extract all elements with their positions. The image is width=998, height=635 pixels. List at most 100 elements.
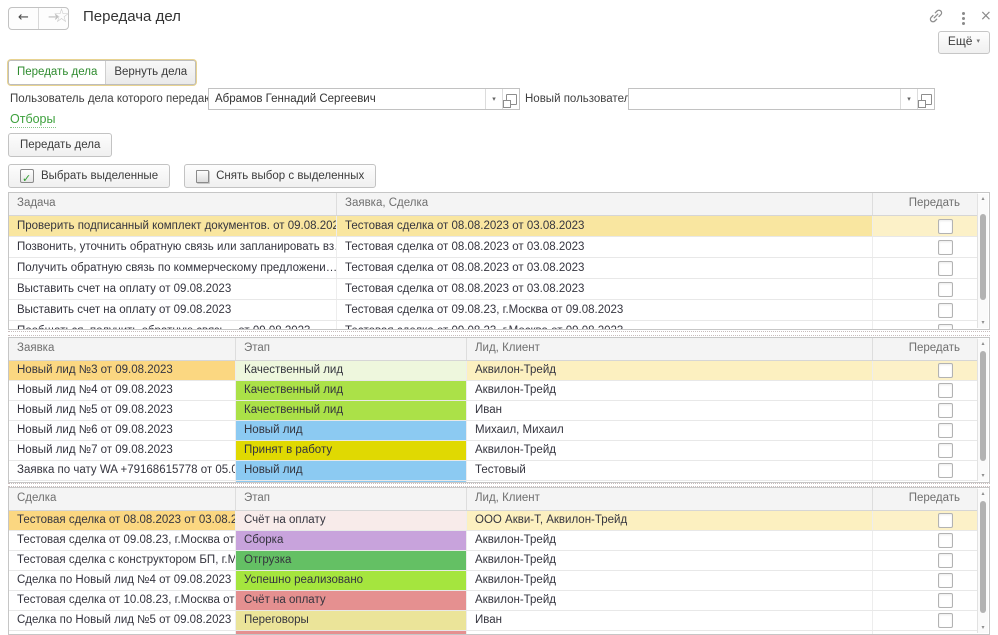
deals-row-5[interactable]: Тестовая сделка от 10.08.23, г.Москва от… [9, 591, 978, 611]
leads-row-4[interactable]: Новый лид №6 от 09.08.2023 Новый лид Михаи… [9, 421, 978, 441]
from-user-value[interactable]: Абрамов Геннадий Сергеевич [209, 89, 485, 109]
leads-column-header-transfer[interactable]: Передать [873, 338, 978, 360]
deselect-highlighted-button[interactable]: Снять выбор с выделенных [184, 164, 377, 188]
deals-row-2[interactable]: Тестовая сделка от 09.08.23, г.Москва от… [9, 531, 978, 551]
more-button[interactable]: Ещё ▾ [937, 31, 990, 54]
cell: Тестовая сделка от 08.08.2023 от 03.08.2… [337, 279, 873, 299]
deals-column-header-3[interactable]: Лид, Клиент [467, 488, 873, 510]
select-highlighted-button[interactable]: Выбрать выделенные [8, 164, 171, 190]
transfer-checkbox[interactable] [938, 443, 953, 458]
cell: Тестовая сделка от 08.08.2023 от 03.08.2… [9, 511, 236, 530]
leads-column-header-1[interactable]: Заявка [9, 338, 236, 360]
cell: Аквилон-Трейд [467, 531, 873, 550]
from-user-label: Пользователь дела которого передаются: [10, 93, 233, 105]
cell: Качественный лид [236, 401, 467, 420]
transfer-checkbox[interactable] [938, 323, 953, 329]
transfer-checkbox[interactable] [938, 423, 953, 438]
transfer-checkbox[interactable] [938, 403, 953, 418]
cell: Аквилон-Трейд [467, 381, 873, 400]
menu-dots-icon[interactable] [962, 12, 965, 15]
transfer-checkbox[interactable] [938, 260, 953, 276]
leads-row-6[interactable]: Заявка по чату WA +79168615778 от 05.09.… [9, 461, 978, 481]
deals-row-4[interactable]: Сделка по Новый лид №4 от 09.08.2023 от … [9, 571, 978, 591]
deals-column-header-2[interactable]: Этап [236, 488, 467, 510]
cell: Переговоры [236, 611, 467, 630]
vertical-scrollbar[interactable]: ▴ ▾ [977, 339, 988, 481]
to-user-field[interactable]: ▾ [628, 88, 935, 110]
tab-transfer-cases[interactable]: Передать дела [9, 61, 106, 84]
tab-return-cases[interactable]: Вернуть дела [105, 61, 196, 84]
cell: Тестовая сделка от 08.08.2023 от 03.08.2… [337, 258, 873, 278]
to-user-value[interactable] [629, 89, 900, 109]
cell: Новый лид [236, 421, 467, 440]
tasks-row-4[interactable]: Выставить счет на оплату от 09.08.2023 Те… [9, 279, 978, 300]
scrollbar-thumb[interactable] [980, 501, 986, 613]
cell: Иван [467, 401, 873, 420]
to-user-dropdown-icon[interactable]: ▾ [900, 89, 917, 109]
scrollbar-thumb[interactable] [980, 351, 986, 461]
leads-column-header-3[interactable]: Лид, Клиент [467, 338, 873, 360]
transfer-checkbox[interactable] [938, 593, 953, 608]
tasks-row-2[interactable]: Позвонить, уточнить обратную связь или з… [9, 237, 978, 258]
tasks-row-5[interactable]: Выставить счет на оплату от 09.08.2023 Те… [9, 300, 978, 321]
transfer-cases-button[interactable]: Передать дела [8, 133, 113, 157]
table-splitter[interactable] [8, 331, 990, 336]
cell: Счёт на оплату [236, 511, 467, 530]
tasks-row-1[interactable]: Проверить подписанный комплект документо… [9, 216, 978, 237]
cell: Михаил, Михаил [467, 421, 873, 440]
transfer-checkbox[interactable] [938, 553, 953, 568]
transfer-checkbox[interactable] [938, 573, 953, 588]
transfer-cell [873, 361, 978, 380]
deals-row-partial[interactable] [9, 631, 978, 634]
transfer-checkbox[interactable] [938, 463, 953, 478]
tasks-row-3[interactable]: Получить обратную связь по коммерческому… [9, 258, 978, 279]
transfer-cell [873, 511, 978, 530]
transfer-checkbox[interactable] [938, 239, 953, 255]
tasks-column-header-transfer[interactable]: Передать [873, 193, 978, 215]
back-button[interactable]: ← [9, 8, 38, 29]
favorite-star-icon[interactable]: ☆ [53, 5, 70, 27]
from-user-choose-icon[interactable] [502, 89, 519, 109]
transfer-checkbox[interactable] [938, 513, 953, 528]
tasks-column-header-2[interactable]: Заявка, Сделка [337, 193, 873, 215]
scroll-down-icon[interactable]: ▾ [978, 472, 988, 480]
leads-row-2[interactable]: Новый лид №4 от 09.08.2023 Качественный л… [9, 381, 978, 401]
transfer-checkbox[interactable] [938, 533, 953, 548]
deals-column-header-1[interactable]: Сделка [9, 488, 236, 510]
cell: Тестовый [467, 461, 873, 480]
leads-row-1[interactable]: Новый лид №3 от 09.08.2023 Качественный л… [9, 361, 978, 381]
to-user-choose-icon[interactable] [917, 89, 934, 109]
transfer-checkbox[interactable] [938, 281, 953, 297]
deals-row-3[interactable]: Тестовая сделка с конструктором БП, г.М о… [9, 551, 978, 571]
cell: Аквилон-Трейд [467, 551, 873, 570]
from-user-field[interactable]: Абрамов Геннадий Сергеевич ▾ [208, 88, 520, 110]
scroll-up-icon[interactable]: ▴ [978, 340, 988, 348]
filters-link[interactable]: Отборы [10, 112, 56, 128]
cell: Тестовая сделка от 09.08.23, г.Москва от… [337, 321, 873, 329]
transfer-checkbox[interactable] [938, 613, 953, 628]
transfer-checkbox[interactable] [938, 218, 953, 234]
tasks-column-header-1[interactable]: Задача [9, 193, 337, 215]
chevron-down-icon: ▾ [976, 37, 980, 45]
deals-row-6[interactable]: Сделка по Новый лид №5 от 09.08.2023 от … [9, 611, 978, 631]
leads-column-header-2[interactable]: Этап [236, 338, 467, 360]
deals-column-header-transfer[interactable]: Передать [873, 488, 978, 510]
deals-row-1[interactable]: Тестовая сделка от 08.08.2023 от 03.08.2… [9, 511, 978, 531]
scroll-down-icon[interactable]: ▾ [978, 319, 988, 327]
scroll-up-icon[interactable]: ▴ [978, 490, 988, 498]
deals-header-row: Сделка Этап Лид, Клиент Передать [9, 488, 978, 511]
transfer-checkbox[interactable] [938, 302, 953, 318]
scroll-up-icon[interactable]: ▴ [978, 195, 988, 203]
tasks-row-6[interactable]: Пообщаться, получить обратную связь... о… [9, 321, 978, 329]
leads-row-3[interactable]: Новый лид №5 от 09.08.2023 Качественный л… [9, 401, 978, 421]
vertical-scrollbar[interactable]: ▴ ▾ [977, 489, 988, 633]
link-icon[interactable] [928, 8, 944, 24]
vertical-scrollbar[interactable]: ▴ ▾ [977, 194, 988, 328]
from-user-dropdown-icon[interactable]: ▾ [485, 89, 502, 109]
scroll-down-icon[interactable]: ▾ [978, 624, 988, 632]
transfer-checkbox[interactable] [938, 383, 953, 398]
close-icon[interactable]: × [980, 8, 992, 24]
scrollbar-thumb[interactable] [980, 214, 986, 300]
transfer-checkbox[interactable] [938, 363, 953, 378]
leads-row-5[interactable]: Новый лид №7 от 09.08.2023 Принят в работ… [9, 441, 978, 461]
